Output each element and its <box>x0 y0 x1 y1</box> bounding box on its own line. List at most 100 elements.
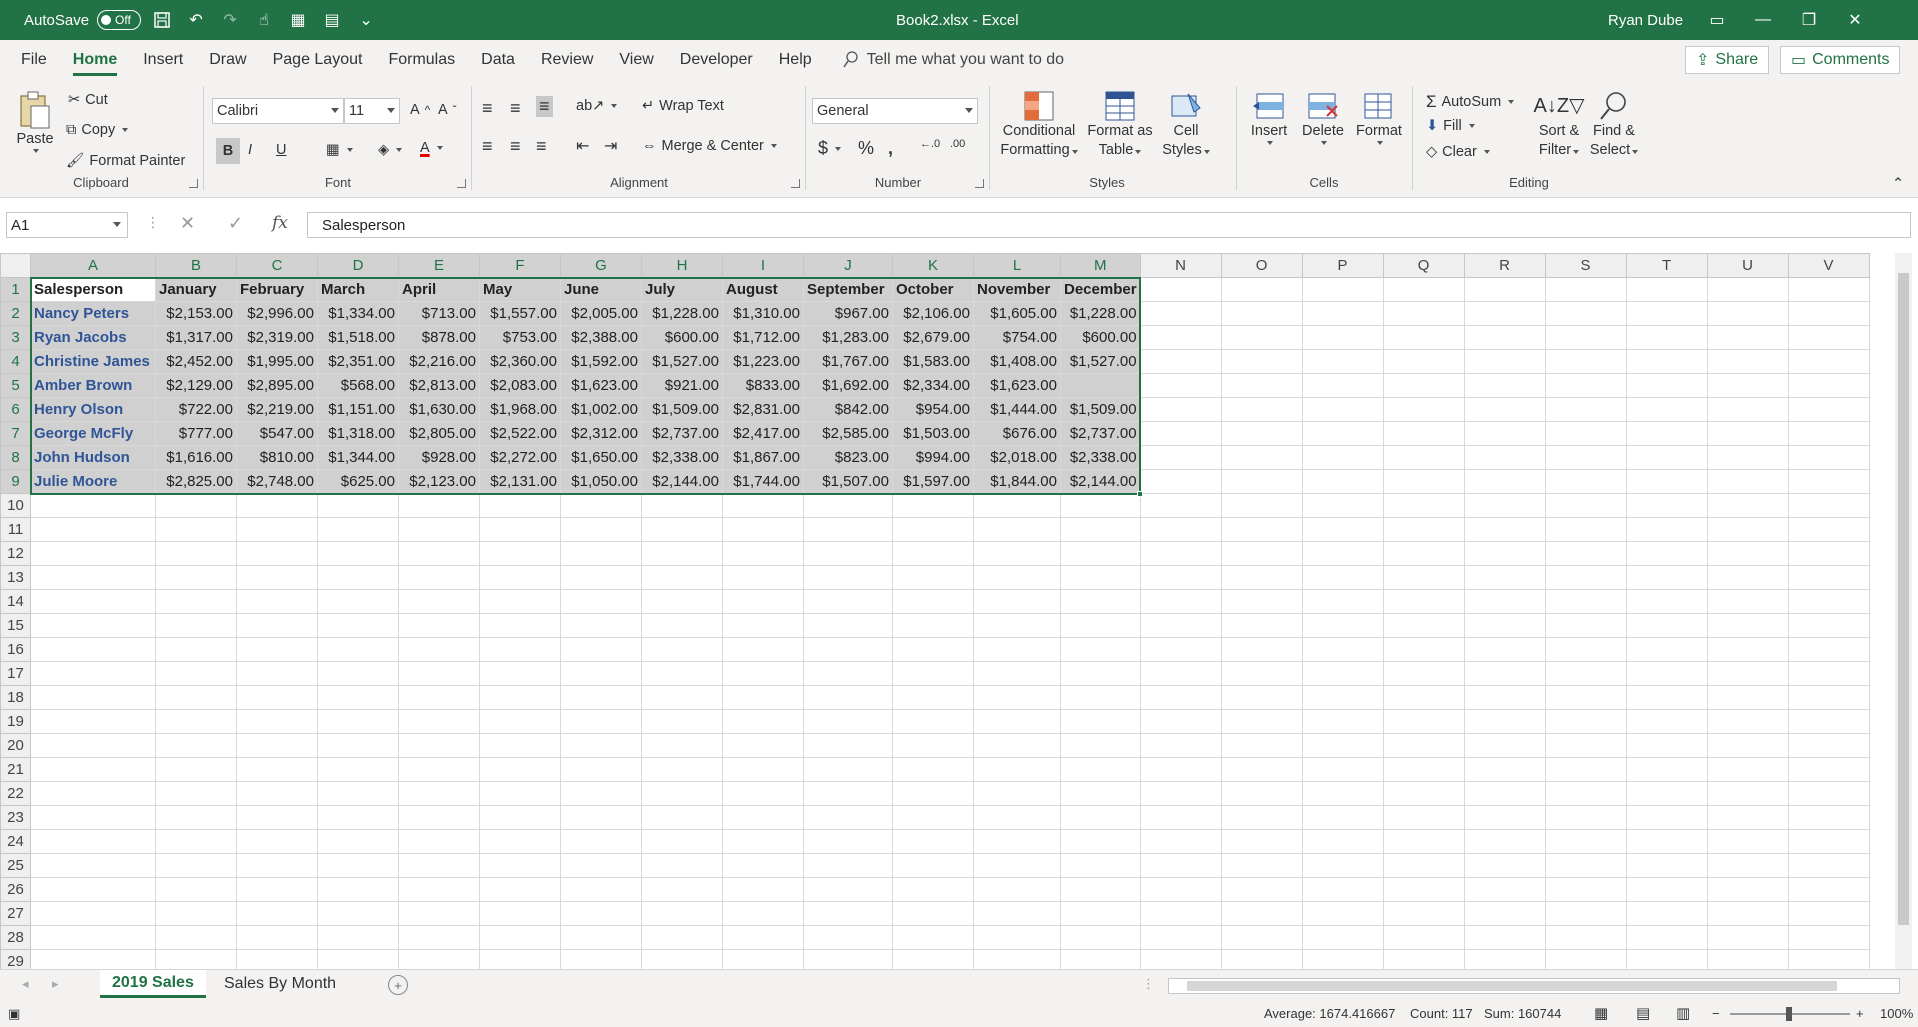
cell[interactable] <box>1544 469 1627 494</box>
row-header[interactable]: 9 <box>0 469 31 494</box>
tab-file[interactable]: File <box>8 40 60 80</box>
cell[interactable]: $1,002.00 <box>560 397 642 422</box>
cell[interactable] <box>317 901 399 926</box>
cell[interactable] <box>1625 805 1708 830</box>
autosum-button[interactable]: Σ AutoSum <box>1426 92 1515 112</box>
cell[interactable] <box>479 877 561 902</box>
cell[interactable] <box>892 781 974 806</box>
cell[interactable]: $2,417.00 <box>722 421 804 446</box>
cell[interactable] <box>236 661 318 686</box>
cell[interactable] <box>892 877 974 902</box>
cell[interactable] <box>398 565 480 590</box>
cell[interactable]: August <box>722 277 804 302</box>
sheet-tab-sales-by-month[interactable]: Sales By Month <box>212 970 348 998</box>
cell[interactable] <box>1382 373 1465 398</box>
cell[interactable] <box>1544 349 1627 374</box>
cell[interactable] <box>1706 829 1789 854</box>
cell[interactable]: $1,509.00 <box>1060 397 1141 422</box>
cell[interactable] <box>1382 877 1465 902</box>
cell[interactable] <box>30 877 156 902</box>
cell[interactable] <box>1139 781 1222 806</box>
wrap-text-button[interactable]: ↵ Wrap Text <box>642 98 724 114</box>
cell[interactable]: February <box>236 277 318 302</box>
cell[interactable]: $1,317.00 <box>155 325 237 350</box>
cell[interactable] <box>803 541 893 566</box>
cell[interactable] <box>1139 757 1222 782</box>
cell[interactable] <box>317 541 399 566</box>
cell[interactable] <box>1139 901 1222 926</box>
cell[interactable]: $2,334.00 <box>892 373 974 398</box>
cell[interactable] <box>973 565 1061 590</box>
cell[interactable] <box>1060 949 1141 969</box>
sheet-tab-2019-sales[interactable]: 2019 Sales <box>100 970 206 998</box>
cell[interactable] <box>1139 301 1222 326</box>
paste-button[interactable]: Paste <box>12 90 58 153</box>
cell[interactable]: $1,408.00 <box>973 349 1061 374</box>
cell[interactable] <box>1139 373 1222 398</box>
row-header[interactable]: 10 <box>0 493 31 518</box>
cell[interactable] <box>1787 325 1870 350</box>
cell[interactable] <box>479 805 561 830</box>
cell[interactable] <box>236 949 318 969</box>
cell[interactable] <box>1139 397 1222 422</box>
cell[interactable]: $1,223.00 <box>722 349 804 374</box>
cell[interactable] <box>722 805 804 830</box>
cell[interactable] <box>1060 637 1141 662</box>
cell[interactable] <box>973 877 1061 902</box>
cell[interactable] <box>1139 445 1222 470</box>
orientation-icon[interactable]: ab↗ <box>576 98 618 114</box>
cell[interactable]: $2,338.00 <box>1060 445 1141 470</box>
cell[interactable] <box>1060 565 1141 590</box>
cell[interactable] <box>803 853 893 878</box>
cell[interactable] <box>722 781 804 806</box>
cell[interactable] <box>1463 445 1546 470</box>
cell[interactable] <box>30 565 156 590</box>
cell[interactable] <box>1060 613 1141 638</box>
cell[interactable] <box>1220 301 1303 326</box>
font-name-select[interactable]: Calibri <box>212 98 344 124</box>
cell[interactable] <box>1060 733 1141 758</box>
cell[interactable]: $2,131.00 <box>479 469 561 494</box>
cell[interactable] <box>973 709 1061 734</box>
cell[interactable] <box>1220 733 1303 758</box>
cell[interactable] <box>1787 373 1870 398</box>
cell[interactable] <box>1706 397 1789 422</box>
cell[interactable] <box>560 661 642 686</box>
cell[interactable] <box>560 613 642 638</box>
cell[interactable] <box>1220 925 1303 950</box>
cell[interactable] <box>1787 565 1870 590</box>
cell[interactable] <box>973 613 1061 638</box>
undo-icon[interactable]: ↶ <box>183 7 209 33</box>
cell[interactable] <box>1060 517 1141 542</box>
cell[interactable]: $1,844.00 <box>973 469 1061 494</box>
cell[interactable] <box>641 517 723 542</box>
cell[interactable] <box>317 949 399 969</box>
cell[interactable] <box>892 661 974 686</box>
clear-button[interactable]: ◇ Clear <box>1426 144 1490 160</box>
cell[interactable] <box>973 589 1061 614</box>
cell[interactable] <box>1463 541 1546 566</box>
decrease-font-icon[interactable]: Aˇ <box>438 102 457 118</box>
cell[interactable] <box>560 901 642 926</box>
cell[interactable] <box>973 637 1061 662</box>
cell[interactable] <box>1787 661 1870 686</box>
zoom-level[interactable]: 100% <box>1880 1006 1913 1021</box>
cell[interactable] <box>1139 589 1222 614</box>
cell[interactable]: $1,597.00 <box>892 469 974 494</box>
split-handle-icon[interactable]: ⋮ <box>1142 976 1155 992</box>
cell[interactable] <box>1463 349 1546 374</box>
cell[interactable] <box>1220 469 1303 494</box>
cell[interactable] <box>560 733 642 758</box>
row-header[interactable]: 17 <box>0 661 31 686</box>
cell[interactable] <box>1139 949 1222 969</box>
cell[interactable]: $810.00 <box>236 445 318 470</box>
column-header-h[interactable]: H <box>641 253 723 278</box>
cell[interactable] <box>1706 637 1789 662</box>
cell[interactable] <box>1706 301 1789 326</box>
cell[interactable]: $1,616.00 <box>155 445 237 470</box>
cell[interactable]: $1,444.00 <box>973 397 1061 422</box>
cell[interactable] <box>1625 733 1708 758</box>
cell[interactable] <box>1220 589 1303 614</box>
cell[interactable]: $2,388.00 <box>560 325 642 350</box>
cell[interactable] <box>1625 829 1708 854</box>
